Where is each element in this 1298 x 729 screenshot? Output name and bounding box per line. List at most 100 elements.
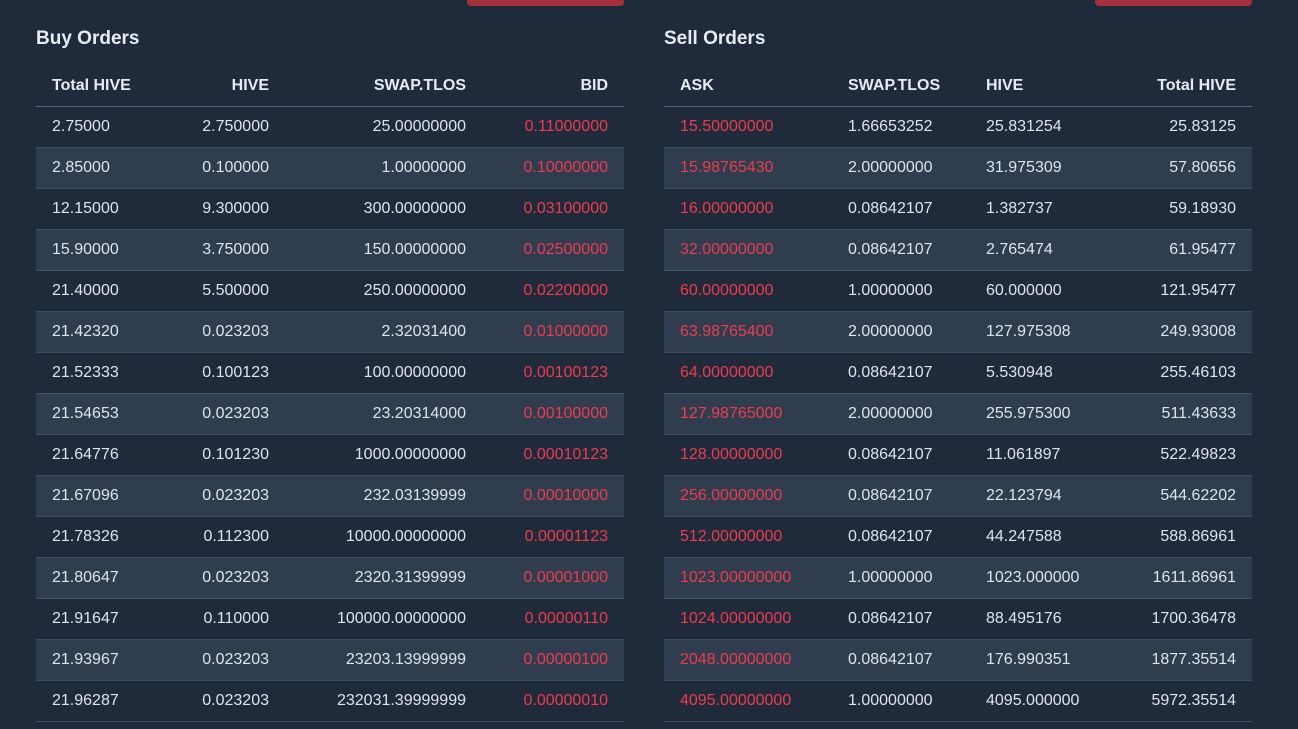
bid-price-cell: 0.01000000 [482, 311, 624, 353]
hive-cell: 5.500000 [182, 270, 285, 312]
ask-price-cell: 128.00000000 [664, 434, 832, 476]
ask-price-cell: 63.98765400 [664, 311, 832, 353]
ask-price-cell: 2048.00000000 [664, 639, 832, 681]
order-row[interactable]: 21.40000 5.500000 250.00000000 0.02200000 [36, 270, 624, 312]
swap-tlos-cell: 100000.00000000 [285, 598, 482, 640]
order-row[interactable]: 21.80647 0.023203 2320.31399999 0.00001000 [36, 557, 624, 599]
swap-tlos-cell: 232.03139999 [285, 475, 482, 517]
swap-tlos-cell: 2.00000000 [832, 393, 970, 435]
order-row[interactable]: 21.52333 0.100123 100.00000000 0.00100123 [36, 352, 624, 394]
order-row[interactable]: 16.00000000 0.08642107 1.382737 59.18930 [664, 188, 1252, 230]
hive-cell: 0.100123 [182, 352, 285, 394]
total-hive-cell: 544.62202 [1110, 475, 1252, 517]
sell-col-swap-tlos[interactable]: SWAP.TLOS [832, 65, 970, 107]
hive-cell: 1023.000000 [970, 557, 1110, 599]
buy-action-button[interactable] [467, 0, 624, 6]
swap-tlos-cell: 2.00000000 [832, 147, 970, 189]
order-row[interactable]: 64.00000000 0.08642107 5.530948 255.46103 [664, 352, 1252, 394]
ask-price-cell: 16.00000000 [664, 188, 832, 230]
order-row[interactable]: 21.67096 0.023203 232.03139999 0.00010000 [36, 475, 624, 517]
bid-price-cell: 0.00001000 [482, 557, 624, 599]
buy-col-bid[interactable]: BID [482, 65, 624, 107]
order-row[interactable]: 21.96287 0.023203 232031.39999999 0.0000001… [36, 680, 624, 722]
order-row[interactable]: 12.15000 9.300000 300.00000000 0.03100000 [36, 188, 624, 230]
sell-action-button[interactable] [1095, 0, 1252, 6]
hive-cell: 2.750000 [182, 106, 285, 148]
order-row[interactable]: 63.98765400 2.00000000 127.975308 249.93008 [664, 311, 1252, 353]
swap-tlos-cell: 1.66653252 [832, 106, 970, 148]
hive-cell: 3.750000 [182, 229, 285, 271]
bid-price-cell: 0.00000110 [482, 598, 624, 640]
ask-price-cell: 1023.00000000 [664, 557, 832, 599]
hive-cell: 25.831254 [970, 106, 1110, 148]
order-row[interactable]: 21.54653 0.023203 23.20314000 0.00100000 [36, 393, 624, 435]
swap-tlos-cell: 0.08642107 [832, 639, 970, 681]
bid-price-cell: 0.00000100 [482, 639, 624, 681]
bid-price-cell: 0.00100123 [482, 352, 624, 394]
swap-tlos-cell: 300.00000000 [285, 188, 482, 230]
order-row[interactable]: 2.75000 2.750000 25.00000000 0.11000000 [36, 106, 624, 148]
order-row[interactable]: 21.78326 0.112300 10000.00000000 0.00001123 [36, 516, 624, 558]
order-row[interactable]: 21.91647 0.110000 100000.00000000 0.0000011… [36, 598, 624, 640]
order-row[interactable]: 21.64776 0.101230 1000.00000000 0.00010123 [36, 434, 624, 476]
order-row[interactable]: 21.42320 0.023203 2.32031400 0.01000000 [36, 311, 624, 353]
order-row[interactable]: 15.90000 3.750000 150.00000000 0.02500000 [36, 229, 624, 271]
order-row[interactable]: 2.85000 0.100000 1.00000000 0.10000000 [36, 147, 624, 189]
hive-cell: 9.300000 [182, 188, 285, 230]
total-hive-cell: 588.86961 [1110, 516, 1252, 558]
total-hive-cell: 15.90000 [36, 229, 182, 271]
buy-col-hive[interactable]: HIVE [182, 65, 285, 107]
order-row[interactable]: 256.00000000 0.08642107 22.123794 544.62202 [664, 475, 1252, 517]
hive-cell: 4095.000000 [970, 680, 1110, 722]
ask-price-cell: 1024.00000000 [664, 598, 832, 640]
order-row[interactable]: 2048.00000000 0.08642107 176.990351 1877.35… [664, 639, 1252, 681]
order-row[interactable]: 1023.00000000 1.00000000 1023.000000 1611.8… [664, 557, 1252, 599]
bid-price-cell: 0.03100000 [482, 188, 624, 230]
order-row[interactable]: 1024.00000000 0.08642107 88.495176 1700.364… [664, 598, 1252, 640]
order-row[interactable]: 128.00000000 0.08642107 11.061897 522.49823 [664, 434, 1252, 476]
sell-col-total-hive[interactable]: Total HIVE [1110, 65, 1252, 107]
total-hive-cell: 21.96287 [36, 680, 182, 722]
swap-tlos-cell: 1.00000000 [832, 270, 970, 312]
sell-header-row: ASK SWAP.TLOS HIVE Total HIVE [664, 65, 1252, 107]
order-row[interactable]: 60.00000000 1.00000000 60.000000 121.95477 [664, 270, 1252, 312]
swap-tlos-cell: 100.00000000 [285, 352, 482, 394]
swap-tlos-cell: 23203.13999999 [285, 639, 482, 681]
total-hive-cell: 249.93008 [1110, 311, 1252, 353]
buy-col-total-hive[interactable]: Total HIVE [36, 65, 182, 107]
buy-orders-body: 2.75000 2.750000 25.00000000 0.11000000 2.85… [36, 106, 624, 722]
total-hive-cell: 255.46103 [1110, 352, 1252, 394]
order-row[interactable]: 32.00000000 0.08642107 2.765474 61.95477 [664, 229, 1252, 271]
total-hive-cell: 21.52333 [36, 352, 182, 394]
hive-cell: 0.023203 [182, 393, 285, 435]
swap-tlos-cell: 2.32031400 [285, 311, 482, 353]
total-hive-cell: 121.95477 [1110, 270, 1252, 312]
buy-orders-table: Total HIVE HIVE SWAP.TLOS BID 2.75000 2.7… [36, 65, 624, 722]
total-hive-cell: 511.43633 [1110, 393, 1252, 435]
order-row[interactable]: 15.50000000 1.66653252 25.831254 25.83125 [664, 106, 1252, 148]
swap-tlos-cell: 0.08642107 [832, 516, 970, 558]
order-row[interactable]: 512.00000000 0.08642107 44.247588 588.86961 [664, 516, 1252, 558]
swap-tlos-cell: 1.00000000 [832, 680, 970, 722]
swap-tlos-cell: 23.20314000 [285, 393, 482, 435]
swap-tlos-cell: 0.08642107 [832, 434, 970, 476]
sell-orders-body: 15.50000000 1.66653252 25.831254 25.83125 15… [664, 106, 1252, 722]
total-hive-cell: 21.54653 [36, 393, 182, 435]
swap-tlos-cell: 2.00000000 [832, 311, 970, 353]
total-hive-cell: 2.75000 [36, 106, 182, 148]
total-hive-cell: 522.49823 [1110, 434, 1252, 476]
sell-col-hive[interactable]: HIVE [970, 65, 1110, 107]
swap-tlos-cell: 150.00000000 [285, 229, 482, 271]
order-row[interactable]: 4095.00000000 1.00000000 4095.000000 5972.3… [664, 680, 1252, 722]
bid-price-cell: 0.02200000 [482, 270, 624, 312]
order-row[interactable]: 15.98765430 2.00000000 31.975309 57.80656 [664, 147, 1252, 189]
hive-cell: 0.023203 [182, 475, 285, 517]
order-row[interactable]: 127.98765000 2.00000000 255.975300 511.4363… [664, 393, 1252, 435]
swap-tlos-cell: 2320.31399999 [285, 557, 482, 599]
sell-col-ask[interactable]: ASK [664, 65, 832, 107]
total-hive-cell: 57.80656 [1110, 147, 1252, 189]
buy-col-swap-tlos[interactable]: SWAP.TLOS [285, 65, 482, 107]
total-hive-cell: 1611.86961 [1110, 557, 1252, 599]
order-row[interactable]: 21.93967 0.023203 23203.13999999 0.00000100 [36, 639, 624, 681]
swap-tlos-cell: 250.00000000 [285, 270, 482, 312]
